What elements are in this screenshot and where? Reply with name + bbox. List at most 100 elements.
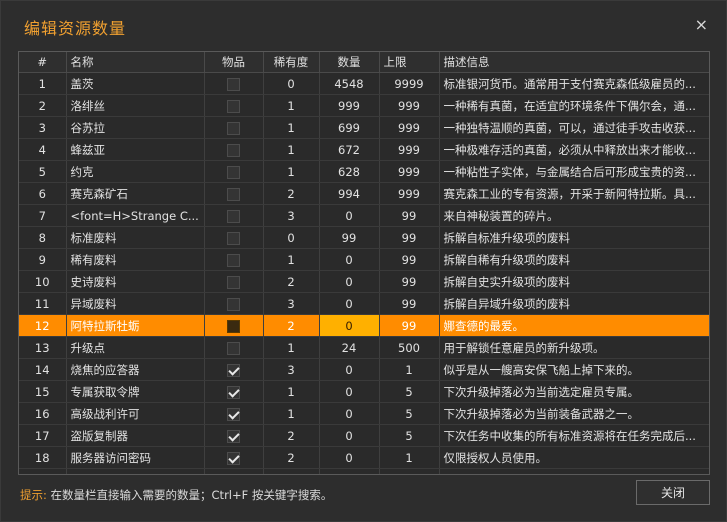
- cell-limit: 999: [379, 116, 440, 139]
- cell-quantity[interactable]: 672: [319, 138, 380, 161]
- table-row[interactable]: 12 阿特拉斯牡蛎 2 0 99 娜查德的最爱。: [19, 314, 709, 337]
- cell-quantity[interactable]: 628: [319, 160, 380, 183]
- item-checkbox[interactable]: [227, 165, 240, 179]
- cell-num: 19: [19, 468, 67, 474]
- table-row[interactable]: 16 高级战利许可 1 0 5 下次升级掉落必为当前装备武器之一。: [19, 402, 709, 425]
- table-row[interactable]: 18 服务器访问密码 2 0 1 仅限授权人员使用。: [19, 446, 709, 469]
- table-row[interactable]: 15 专属获取令牌 1 0 5 下次升级掉落必为当前选定雇员专属。: [19, 380, 709, 403]
- table-row[interactable]: 5 约克 1 628 999 一种粘性子实体，与金属结合后可形成宝贵的资...: [19, 160, 709, 183]
- cell-name: 会自我增殖的强酸胶质: [66, 468, 205, 474]
- cell-name: 盗版复制器: [66, 424, 205, 447]
- item-checkbox[interactable]: [227, 363, 240, 377]
- resource-grid[interactable]: # 名称 物品 稀有度 数量 上限 描述信息 1 盖茨 0 4548 9999 标准银河货…: [18, 51, 710, 475]
- cell-name: 史诗废料: [66, 270, 205, 293]
- cell-name: 标准废料: [66, 226, 205, 249]
- item-checkbox[interactable]: [227, 209, 240, 223]
- cell-description: 下次任务中收集的所有标准资源将在任务完成后...: [439, 424, 709, 447]
- table-row[interactable]: 19会自我增殖的强酸胶质 3020从坠毁火箭中获取的异常物质。: [19, 468, 709, 474]
- item-checkbox[interactable]: [227, 143, 240, 157]
- cell-name: 专属获取令牌: [66, 380, 205, 403]
- item-checkbox[interactable]: [227, 473, 240, 474]
- item-checkbox[interactable]: [227, 407, 240, 421]
- item-checkbox[interactable]: [227, 187, 240, 201]
- cell-quantity[interactable]: 994: [319, 182, 380, 205]
- item-checkbox[interactable]: [227, 451, 240, 465]
- cell-name: 异域废料: [66, 292, 205, 315]
- cell-quantity[interactable]: 0: [319, 424, 380, 447]
- table-row[interactable]: 9 稀有废料 1 0 99 拆解自稀有升级项的废料: [19, 248, 709, 271]
- hint-label: 提示:: [20, 488, 47, 502]
- cell-quantity[interactable]: 0: [319, 248, 380, 271]
- cell-quantity[interactable]: 0: [319, 204, 380, 227]
- table-row[interactable]: 17 盗版复制器 2 0 5 下次任务中收集的所有标准资源将在任务完成后...: [19, 424, 709, 447]
- cell-item: [204, 116, 264, 139]
- cell-num: 3: [19, 116, 67, 139]
- table-row[interactable]: 10 史诗废料 2 0 99 拆解自史实升级项的废料: [19, 270, 709, 293]
- cell-item: [204, 292, 264, 315]
- cell-rarity: 2: [263, 182, 320, 205]
- item-checkbox[interactable]: [227, 385, 240, 399]
- cell-item: [204, 182, 264, 205]
- cell-limit: 500: [379, 336, 440, 359]
- cell-quantity[interactable]: 0: [319, 270, 380, 293]
- item-checkbox[interactable]: [227, 275, 240, 289]
- item-checkbox[interactable]: [227, 341, 240, 355]
- column-header-item[interactable]: 物品: [204, 52, 264, 73]
- column-header-rarity[interactable]: 稀有度: [263, 52, 320, 73]
- item-checkbox[interactable]: [227, 77, 240, 91]
- item-checkbox[interactable]: [227, 319, 240, 333]
- cell-quantity[interactable]: 999: [319, 94, 380, 117]
- cell-quantity[interactable]: 0: [319, 446, 380, 469]
- column-header-name[interactable]: 名称: [66, 52, 205, 73]
- item-checkbox[interactable]: [227, 99, 240, 113]
- table-row[interactable]: 11 异域废料 3 0 99 拆解自异域升级项的废料: [19, 292, 709, 315]
- item-checkbox[interactable]: [227, 231, 240, 245]
- cell-quantity[interactable]: 24: [319, 336, 380, 359]
- cell-quantity[interactable]: 0: [319, 314, 380, 337]
- item-checkbox[interactable]: [227, 121, 240, 135]
- cell-limit: 1: [379, 358, 440, 381]
- table-header-row: # 名称 物品 稀有度 数量 上限 描述信息: [19, 52, 709, 73]
- column-header-description[interactable]: 描述信息: [439, 52, 709, 73]
- cell-name: 盖茨: [66, 72, 205, 95]
- cell-quantity[interactable]: 0: [319, 358, 380, 381]
- table-row[interactable]: 14 烧焦的应答器 3 0 1 似乎是从一艘高安保飞船上掉下来的。: [19, 358, 709, 381]
- cell-num: 12: [19, 314, 67, 337]
- cell-quantity[interactable]: 4548: [319, 72, 380, 95]
- cell-quantity[interactable]: 0: [319, 380, 380, 403]
- cell-limit: 20: [379, 468, 440, 474]
- cell-item: [204, 160, 264, 183]
- table-row[interactable]: 4 蜂兹亚 1 672 999 一种极难存活的真菌，必须从中释放出来才能收...: [19, 138, 709, 161]
- cell-quantity[interactable]: 0: [319, 292, 380, 315]
- cell-quantity[interactable]: 0: [319, 402, 380, 425]
- item-checkbox[interactable]: [227, 429, 240, 443]
- table-row[interactable]: 13 升级点 1 24 500 用于解锁任意雇员的新升级项。: [19, 336, 709, 359]
- table-row[interactable]: 2 洛绯丝 1 999 999 一种稀有真菌，在适宜的环境条件下偶尔会，通...: [19, 94, 709, 117]
- cell-description: 下次升级掉落必为当前选定雇员专属。: [439, 380, 709, 403]
- cell-limit: 9999: [379, 72, 440, 95]
- cell-name: 赛克森矿石: [66, 182, 205, 205]
- item-checkbox[interactable]: [227, 253, 240, 267]
- table-row[interactable]: 6 赛克森矿石 2 994 999 赛克森工业的专有资源，开采于新阿特拉斯。具...: [19, 182, 709, 205]
- cell-num: 8: [19, 226, 67, 249]
- table-row[interactable]: 3 谷苏拉 1 699 999 一种独特温顺的真菌，可以，通过徒手攻击收获...: [19, 116, 709, 139]
- cell-rarity: 0: [263, 226, 320, 249]
- table-row[interactable]: 7 <font=H>Strange C... 3 0 99 来自神秘装置的碎片。: [19, 204, 709, 227]
- cell-quantity[interactable]: 0: [319, 468, 380, 474]
- column-header-quantity[interactable]: 数量: [319, 52, 380, 73]
- cell-name: 洛绯丝: [66, 94, 205, 117]
- column-header-limit[interactable]: 上限: [379, 52, 440, 73]
- cell-description: 拆解自稀有升级项的废料: [439, 248, 709, 271]
- cell-quantity[interactable]: 699: [319, 116, 380, 139]
- table-row[interactable]: 8 标准废料 0 99 99 拆解自标准升级项的废料: [19, 226, 709, 249]
- table-row[interactable]: 1 盖茨 0 4548 9999 标准银河货币。通常用于支付赛克森低级雇员的...: [19, 72, 709, 95]
- cell-num: 4: [19, 138, 67, 161]
- cell-num: 14: [19, 358, 67, 381]
- cell-quantity[interactable]: 99: [319, 226, 380, 249]
- item-checkbox[interactable]: [227, 297, 240, 311]
- close-icon[interactable]: ×: [695, 17, 708, 33]
- close-button[interactable]: 关闭: [636, 480, 710, 505]
- column-header-num[interactable]: #: [19, 52, 67, 73]
- cell-rarity: 1: [263, 402, 320, 425]
- cell-rarity: 0: [263, 72, 320, 95]
